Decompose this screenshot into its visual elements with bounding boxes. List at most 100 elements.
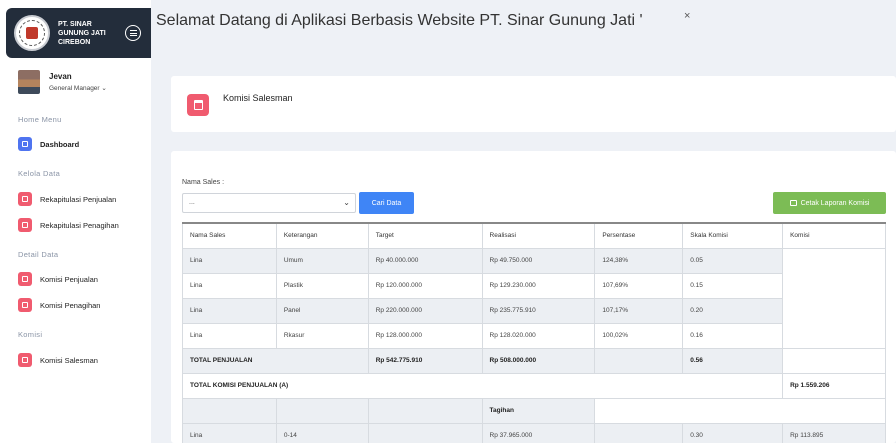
welcome-header: Selamat Datang di Aplikasi Berbasis Webs…: [156, 12, 643, 29]
section-kelola-data: Kelola Data: [18, 169, 61, 178]
table-cell: [594, 347, 684, 374]
table-cell: 0.15: [682, 272, 784, 299]
table-cell: Rp 40.000.000: [367, 247, 483, 274]
column-header: Skala Komisi: [682, 222, 784, 249]
column-header: Realisasi: [481, 222, 596, 249]
table-cell: Rp 37.965.000: [481, 422, 596, 443]
sidebar-item-label: Komisi Penjualan: [40, 274, 98, 284]
sidebar-item-rekap-penjualan[interactable]: Rekapitulasi Penjualan: [18, 192, 116, 206]
sidebar-item-komisi-salesman[interactable]: Komisi Salesman: [18, 353, 98, 367]
sidebar-item-label: Rekapitulasi Penagihan: [40, 220, 119, 230]
select-value: ...: [189, 199, 195, 206]
sidebar-item-rekap-penagihan[interactable]: Rekapitulasi Penagihan: [18, 218, 119, 232]
sidebar-item-komisi-penagihan[interactable]: Komisi Penagihan: [18, 298, 100, 312]
table-header-row: Nama Sales Keterangan Target Realisasi P…: [182, 222, 886, 249]
tagihan-header: Tagihan: [481, 397, 596, 424]
total-komisi-value: Rp 1.559.206: [782, 372, 886, 399]
brand-line-2: GUNUNG JATI: [58, 29, 106, 37]
table-cell: Rp 128.020.000: [481, 322, 596, 349]
table-cell: 0.30: [682, 422, 784, 443]
column-header: Komisi: [782, 222, 886, 249]
table-cell: 124,38%: [594, 247, 684, 274]
sidebar-item-label: Komisi Salesman: [40, 355, 98, 365]
table-cell: Lina: [182, 297, 277, 324]
document-icon: [18, 218, 32, 232]
table-cell: Rp 49.750.000: [481, 247, 596, 274]
document-icon: [18, 298, 32, 312]
table-cell: [275, 397, 369, 424]
menu-toggle-icon[interactable]: [125, 25, 141, 41]
total-realisasi: Rp 508.000.000: [481, 347, 596, 374]
table-cell: [182, 397, 277, 424]
table-cell: 107,69%: [594, 272, 684, 299]
table-cell: Rp 235.775.910: [481, 297, 596, 324]
table-cell: [367, 422, 483, 443]
table-row: Lina Rkasur Rp 128.000.000 Rp 128.020.00…: [182, 322, 886, 349]
table-cell: 0.20: [682, 297, 784, 324]
table-cell: [782, 347, 886, 374]
table-cell: Lina: [182, 322, 277, 349]
table-cell: 0.05: [682, 247, 784, 274]
total-komisi-row: TOTAL KOMISI PENJUALAN (A) Rp 1.559.206: [181, 372, 886, 399]
document-icon: [18, 272, 32, 286]
report-card: Nama Sales : ... ⌄ Cari Data Cetak Lapor…: [171, 151, 896, 443]
table-cell: [367, 397, 483, 424]
calendar-icon: [187, 94, 209, 116]
sales-name-label: Nama Sales :: [182, 179, 225, 186]
sidebar-item-label: Rekapitulasi Penjualan: [40, 194, 117, 204]
page-title: Komisi Salesman: [223, 93, 293, 103]
komisi-cell: [782, 247, 886, 349]
tagihan-header-row: Tagihan: [182, 397, 886, 424]
sidebar-item-label: Dashboard: [40, 139, 80, 149]
table-cell: Rp 129.230.000: [481, 272, 596, 299]
search-data-button[interactable]: Cari Data: [359, 192, 414, 214]
total-label: TOTAL PENJUALAN: [182, 347, 369, 374]
table-cell: 100,02%: [594, 322, 684, 349]
table-cell: Lina: [182, 272, 277, 299]
user-name: Jevan: [49, 72, 72, 81]
print-report-button[interactable]: Cetak Laporan Komisi: [773, 192, 886, 214]
brand-name: PT. SINAR GUNUNG JATI CIREBON: [58, 20, 116, 47]
column-header: Nama Sales: [182, 222, 277, 249]
company-logo: [14, 15, 50, 51]
table-cell: Lina: [182, 247, 277, 274]
home-icon: [18, 137, 32, 151]
table-cell: Rkasur: [275, 322, 369, 349]
sidebar-item-label: Komisi Penagihan: [40, 300, 101, 310]
table-row: Lina Plastik Rp 120.000.000 Rp 129.230.0…: [182, 272, 886, 299]
commission-table: Nama Sales Keterangan Target Realisasi P…: [181, 222, 886, 443]
document-icon: [18, 192, 32, 206]
table-cell: 107,17%: [594, 297, 684, 324]
table-row: Lina Panel Rp 220.000.000 Rp 235.775.910…: [182, 297, 886, 324]
sales-name-select[interactable]: ... ⌄: [182, 193, 356, 213]
total-target: Rp 542.775.910: [367, 347, 483, 374]
total-komisi-label: TOTAL KOMISI PENJUALAN (A): [181, 372, 784, 399]
table-cell: Rp 120.000.000: [367, 272, 483, 299]
table-cell: Umum: [275, 247, 369, 274]
table-cell: [594, 397, 886, 424]
table-cell: Panel: [275, 297, 369, 324]
table-row: Lina 0-14 Rp 37.965.000 0.30 Rp 113.895: [182, 422, 886, 443]
sidebar-item-komisi-penjualan[interactable]: Komisi Penjualan: [18, 272, 98, 286]
table-cell: Rp 128.000.000: [367, 322, 483, 349]
column-header: Persentase: [594, 222, 684, 249]
print-button-label: Cetak Laporan Komisi: [800, 199, 870, 207]
printer-icon: [789, 200, 797, 206]
table-cell: 0-14: [275, 422, 369, 443]
section-home-menu: Home Menu: [18, 115, 62, 124]
avatar: [18, 70, 40, 94]
user-profile[interactable]: Jevan General Manager ⌄: [18, 70, 107, 94]
close-icon[interactable]: ×: [684, 10, 690, 22]
user-role-dropdown[interactable]: General Manager ⌄: [49, 84, 107, 92]
table-cell: Rp 113.895: [782, 422, 886, 443]
total-penjualan-row: TOTAL PENJUALAN Rp 542.775.910 Rp 508.00…: [182, 347, 886, 374]
section-detail-data: Detail Data: [18, 250, 59, 259]
brand-header: PT. SINAR GUNUNG JATI CIREBON: [6, 8, 151, 58]
total-skala: 0.56: [682, 347, 784, 374]
table-cell: [594, 422, 684, 443]
brand-line-1: PT. SINAR: [58, 20, 92, 28]
sidebar-item-dashboard[interactable]: Dashboard: [18, 137, 79, 151]
table-cell: Rp 220.000.000: [367, 297, 483, 324]
table-cell: 0.16: [682, 322, 784, 349]
brand-line-3: CIREBON: [58, 38, 91, 46]
